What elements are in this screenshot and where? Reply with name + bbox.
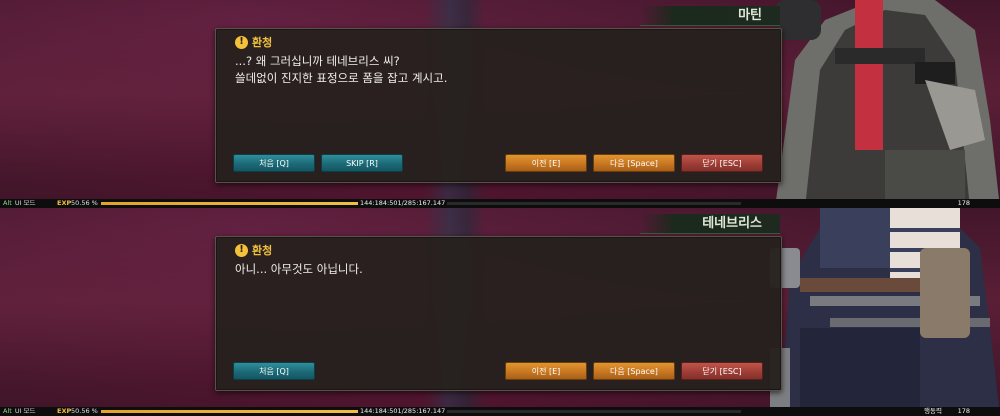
dialog-frame-2: 테네브리스 ! 환청 아니... 아무것도 아닙니다. 처음 [Q] 이전 [E… — [0, 208, 1000, 416]
alt-key-label: Alt — [3, 199, 12, 207]
close-button[interactable]: 닫기 [ESC] — [681, 154, 763, 172]
next-button[interactable]: 다음 [Space] — [593, 154, 675, 172]
alt-key-label: Alt — [3, 407, 12, 415]
dialog-frame-1: 마틴 ! 환청 ...? 왜 그러십니까 테네브리스 씨? 쓸데없이 진지한 표… — [0, 0, 1000, 208]
level-readout: 178 — [957, 199, 970, 207]
dialog-text: 아니... 아무것도 아닙니다. — [235, 261, 761, 278]
speaker-name-tag: 테네브리스 — [640, 214, 780, 234]
previous-button[interactable]: 이전 [E] — [505, 154, 587, 172]
speaker-name-tag: 마틴 — [640, 6, 780, 26]
dialog-speaker: ! 환청 — [235, 34, 272, 50]
status-bar: Alt UI 모드 EXP 50.56 % 144:184:501/285:16… — [0, 407, 1000, 416]
coordinates-readout: 144:184:501/285:167.147 — [358, 407, 448, 416]
skip-button[interactable]: SKIP [R] — [321, 154, 403, 172]
dialog-speaker: ! 환청 — [235, 242, 272, 258]
ui-mode-indicator[interactable]: Alt UI 모드 — [3, 407, 36, 416]
coordinates-readout: 144:184:501/285:167.147 — [358, 199, 448, 208]
ui-mode-indicator[interactable]: Alt UI 모드 — [3, 199, 36, 208]
next-button[interactable]: 다음 [Space] — [593, 362, 675, 380]
exp-label: EXP — [57, 407, 72, 415]
exp-percent: 50.56 % — [71, 199, 98, 207]
dialog-window: ! 환청 ...? 왜 그러십니까 테네브리스 씨? 쓸데없이 진지한 표정으로… — [215, 28, 782, 183]
first-button[interactable]: 처음 [Q] — [233, 154, 315, 172]
speaker-label: 환청 — [252, 36, 273, 49]
dialog-line: 쓸데없이 진지한 표정으로 폼을 잡고 계시고. — [235, 71, 448, 85]
warning-circle-icon: ! — [235, 35, 248, 49]
speaker-label: 환청 — [252, 244, 273, 257]
ui-mode-label: UI 모드 — [14, 199, 36, 207]
level-readout: 178 — [957, 407, 970, 415]
exp-label: EXP — [57, 199, 72, 207]
previous-button[interactable]: 이전 [E] — [505, 362, 587, 380]
status-bar: Alt UI 모드 EXP 50.56 % 144:184:501/285:16… — [0, 199, 1000, 208]
warning-circle-icon: ! — [235, 243, 248, 257]
dialog-window: ! 환청 아니... 아무것도 아닙니다. 처음 [Q] 이전 [E] 다음 [… — [215, 236, 782, 391]
first-button[interactable]: 처음 [Q] — [233, 362, 315, 380]
close-button[interactable]: 닫기 [ESC] — [681, 362, 763, 380]
dialog-line: 아니... 아무것도 아닙니다. — [235, 262, 363, 276]
action-power-label: 행동력 — [924, 407, 942, 415]
dialog-text: ...? 왜 그러십니까 테네브리스 씨? 쓸데없이 진지한 표정으로 폼을 잡… — [235, 53, 761, 87]
dialog-line: ...? 왜 그러십니까 테네브리스 씨? — [235, 54, 400, 68]
exp-percent: 50.56 % — [71, 407, 98, 415]
ui-mode-label: UI 모드 — [14, 407, 36, 415]
